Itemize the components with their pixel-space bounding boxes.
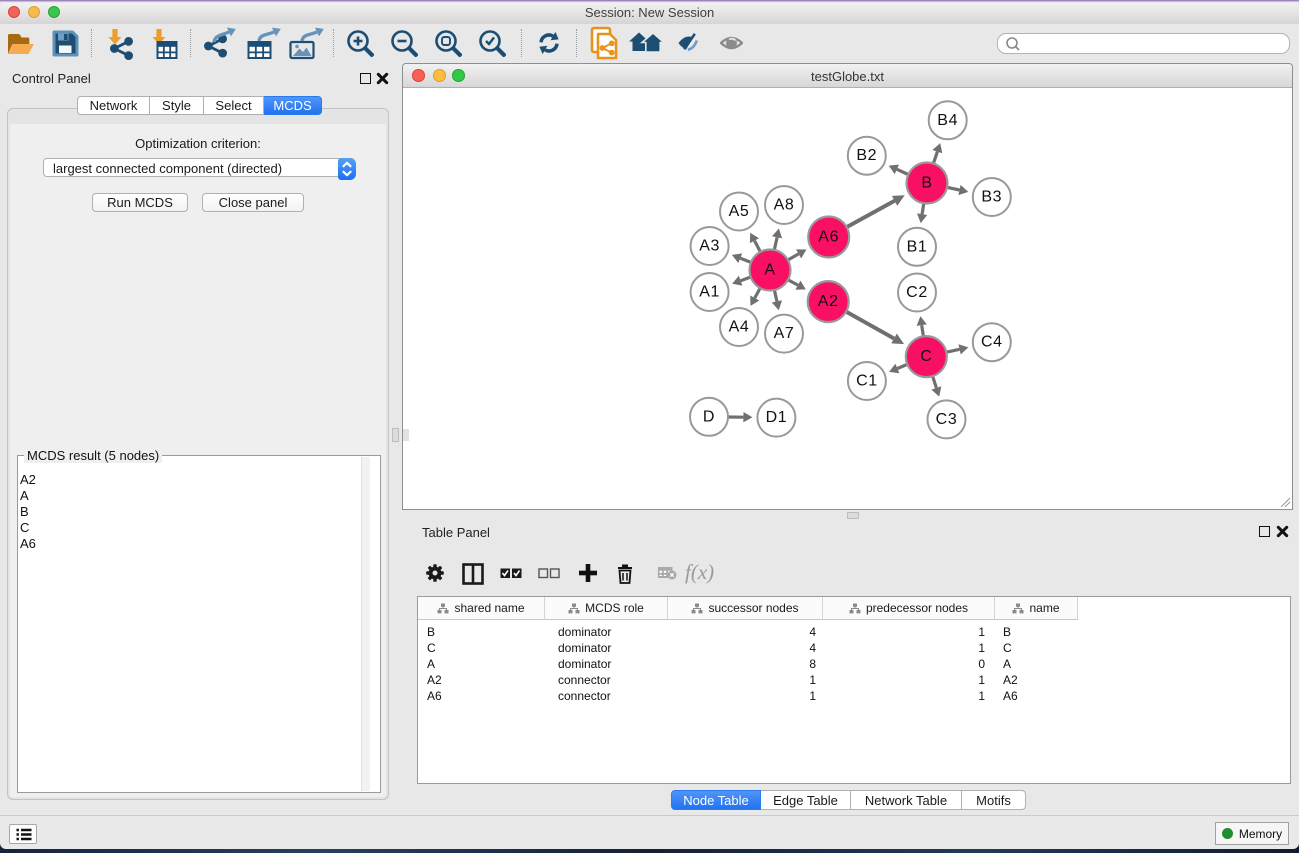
svg-text:C1: C1 [856, 373, 878, 390]
svg-text:A5: A5 [729, 203, 750, 220]
svg-text:A4: A4 [729, 319, 750, 336]
svg-text:B: B [921, 175, 932, 192]
svg-text:C2: C2 [906, 284, 928, 301]
svg-text:D: D [703, 408, 715, 425]
svg-text:B2: B2 [856, 147, 877, 164]
svg-text:D1: D1 [766, 409, 788, 426]
svg-text:A7: A7 [774, 325, 795, 342]
svg-text:B4: B4 [937, 112, 958, 129]
svg-text:A1: A1 [699, 284, 720, 301]
svg-text:A: A [764, 262, 775, 279]
svg-text:C4: C4 [981, 334, 1003, 351]
svg-text:A3: A3 [699, 238, 720, 255]
svg-text:C3: C3 [936, 411, 958, 428]
svg-text:B1: B1 [907, 238, 928, 255]
svg-text:A6: A6 [818, 229, 839, 246]
svg-text:A8: A8 [774, 197, 795, 214]
svg-text:B3: B3 [981, 189, 1002, 206]
svg-text:C: C [920, 348, 932, 365]
svg-text:A2: A2 [818, 293, 839, 310]
